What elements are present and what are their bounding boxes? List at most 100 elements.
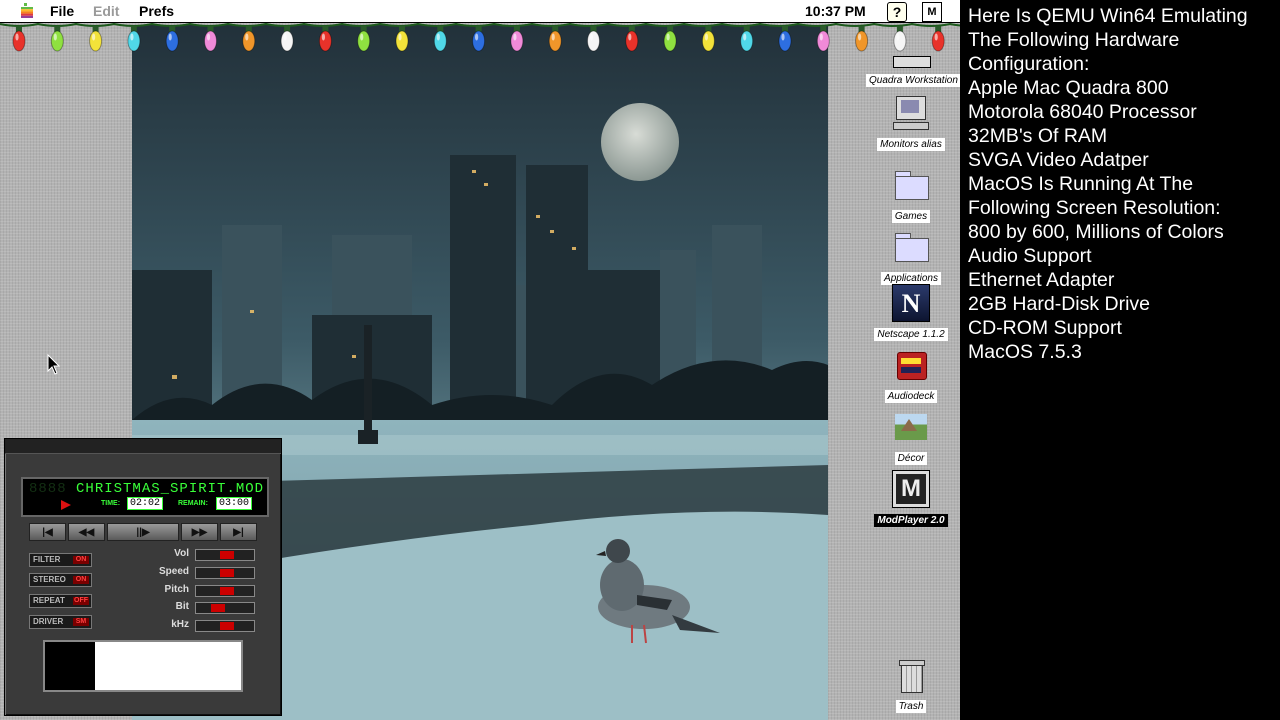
stereo-toggle[interactable]: STEREO ON [29, 573, 92, 587]
desktop-icon-trash[interactable]: Trash [866, 658, 956, 714]
modplayer-window[interactable]: 8888 CHRISTMAS_SPIRIT.MOD TIME: 02:02 RE… [4, 438, 282, 716]
desktop-icon-modplayer[interactable]: M ModPlayer 2.0 [866, 470, 956, 528]
info-line: MacOS 7.5.3 [968, 341, 1082, 363]
desktop-icon-label: Décor [894, 452, 928, 465]
khz-control: kHz [145, 619, 257, 633]
modplayer-icon: M [892, 470, 930, 508]
track-name: CHRISTMAS_SPIRIT.MOD [76, 481, 265, 497]
pitch-slider[interactable] [195, 585, 255, 597]
christmas-bulb-icon [663, 26, 677, 52]
christmas-bulb-icon [740, 26, 754, 52]
remaining-time: 03:00 [216, 497, 253, 510]
pitch-control: Pitch [145, 584, 257, 598]
stereo-indicator: ON [73, 576, 89, 584]
menu-file[interactable]: File [50, 3, 74, 19]
christmas-bulb-icon [89, 26, 103, 52]
christmas-bulb-icon [127, 26, 141, 52]
track-name-display: 8888 CHRISTMAS_SPIRIT.MOD [29, 481, 265, 497]
slider-knob[interactable] [211, 604, 225, 612]
slider-knob[interactable] [220, 569, 234, 577]
desktop-icon-quadra-workstation[interactable]: Quadra Workstation [866, 54, 960, 88]
bit-control: Bit [145, 601, 257, 615]
desktop-icon-label: Trash [895, 700, 927, 713]
info-line: Ethernet Adapter [968, 269, 1115, 291]
desktop-icon-decor[interactable]: Décor [866, 410, 956, 466]
christmas-bulb-icon [472, 26, 486, 52]
transport-controls: |◀ ◀◀ ||▶ ▶▶ ▶| [29, 523, 257, 541]
volume-control: Vol [145, 548, 257, 562]
khz-slider[interactable] [195, 620, 255, 632]
info-line: The Following Hardware [968, 29, 1180, 51]
apple-menu-icon[interactable] [18, 2, 36, 20]
desktop-icon-audiodeck[interactable]: Audiodeck [866, 348, 956, 404]
rewind-button[interactable]: ◀◀ [68, 523, 105, 541]
mac-desktop: File Edit Prefs 10:37 PM ? M Quadra Work… [0, 0, 960, 720]
menubar-clock[interactable]: 10:37 PM [805, 3, 866, 19]
bit-label: Bit [175, 601, 189, 612]
info-line: 32MB's Of RAM [968, 125, 1108, 147]
christmas-bulb-icon [204, 26, 217, 52]
desktop-icon-label: Quadra Workstation [866, 74, 960, 87]
time-label: TIME: [101, 500, 121, 507]
slider-knob[interactable] [220, 587, 234, 595]
speed-slider[interactable] [195, 567, 255, 579]
bit-slider[interactable] [195, 602, 255, 614]
oscilloscope-dark-segment [45, 642, 95, 690]
menu-prefs[interactable]: Prefs [139, 3, 174, 19]
player-display: 8888 CHRISTMAS_SPIRIT.MOD TIME: 02:02 RE… [21, 477, 269, 517]
slider-knob[interactable] [220, 622, 234, 630]
khz-label: kHz [171, 619, 189, 630]
next-track-button[interactable]: ▶| [220, 523, 257, 541]
window-drag-bar[interactable] [5, 439, 281, 454]
help-icon[interactable]: ? [887, 2, 907, 22]
desktop-icon-label: Monitors alias [877, 138, 945, 151]
driver-toggle[interactable]: DRIVER SM [29, 615, 92, 629]
desktop-icon-monitors-alias[interactable]: Monitors alias [866, 96, 956, 152]
desktop-icon-label: Games [891, 210, 931, 223]
desktop-icon-label: ModPlayer 2.0 [874, 514, 948, 527]
christmas-bulb-icon [510, 26, 524, 52]
repeat-indicator: OFF [73, 597, 89, 605]
christmas-bulb-icon [280, 26, 294, 52]
info-line: 2GB Hard-Disk Drive [968, 293, 1151, 315]
pitch-label: Pitch [164, 584, 189, 595]
folder-icon [893, 230, 929, 266]
christmas-bulb-icon [12, 26, 26, 52]
christmas-bulb-icon [318, 26, 332, 52]
christmas-bulb-icon [701, 26, 715, 52]
play-pause-button[interactable]: ||▶ [107, 523, 179, 541]
playing-indicator-icon [61, 500, 71, 510]
folder-icon [893, 168, 929, 204]
volume-slider[interactable] [195, 549, 255, 561]
christmas-bulb-icon [855, 26, 869, 52]
christmas-bulb-icon [242, 26, 256, 52]
filter-indicator: ON [73, 556, 89, 564]
info-line: MacOS Is Running At The [968, 173, 1194, 195]
mouse-cursor-icon [47, 354, 61, 375]
menu-edit[interactable]: Edit [93, 3, 119, 19]
christmas-bulb-icon [587, 26, 600, 52]
christmas-bulb-icon [816, 26, 830, 52]
trash-icon [893, 658, 929, 694]
hardware-info-panel: Here Is QEMU Win64 Emulating The Followi… [968, 4, 1278, 364]
info-line: Motorola 68040 Processor [968, 101, 1197, 123]
elapsed-time: 02:02 [127, 497, 164, 510]
speed-label: Speed [158, 566, 189, 577]
previous-track-button[interactable]: |◀ [29, 523, 66, 541]
desktop-icon-applications[interactable]: Applications [866, 230, 956, 286]
info-line: Following Screen Resolution: [968, 197, 1221, 219]
fast-forward-button[interactable]: ▶▶ [181, 523, 218, 541]
info-line: Here Is QEMU Win64 Emulating [968, 5, 1248, 27]
slider-knob[interactable] [220, 551, 234, 559]
speed-control: Speed [145, 566, 257, 580]
repeat-toggle[interactable]: REPEAT OFF [29, 594, 92, 608]
application-menu-icon[interactable]: M [922, 2, 942, 22]
filter-toggle[interactable]: FILTER ON [29, 553, 92, 567]
desktop-icon-games[interactable]: Games [866, 168, 956, 224]
christmas-bulb-icon [778, 26, 792, 52]
christmas-bulb-icon [893, 26, 907, 52]
desktop-icon-netscape[interactable]: N Netscape 1.1.2 [866, 284, 956, 342]
christmas-bulb-icon [433, 26, 447, 52]
christmas-bulb-icon [357, 26, 371, 52]
audiodeck-icon [893, 348, 929, 384]
